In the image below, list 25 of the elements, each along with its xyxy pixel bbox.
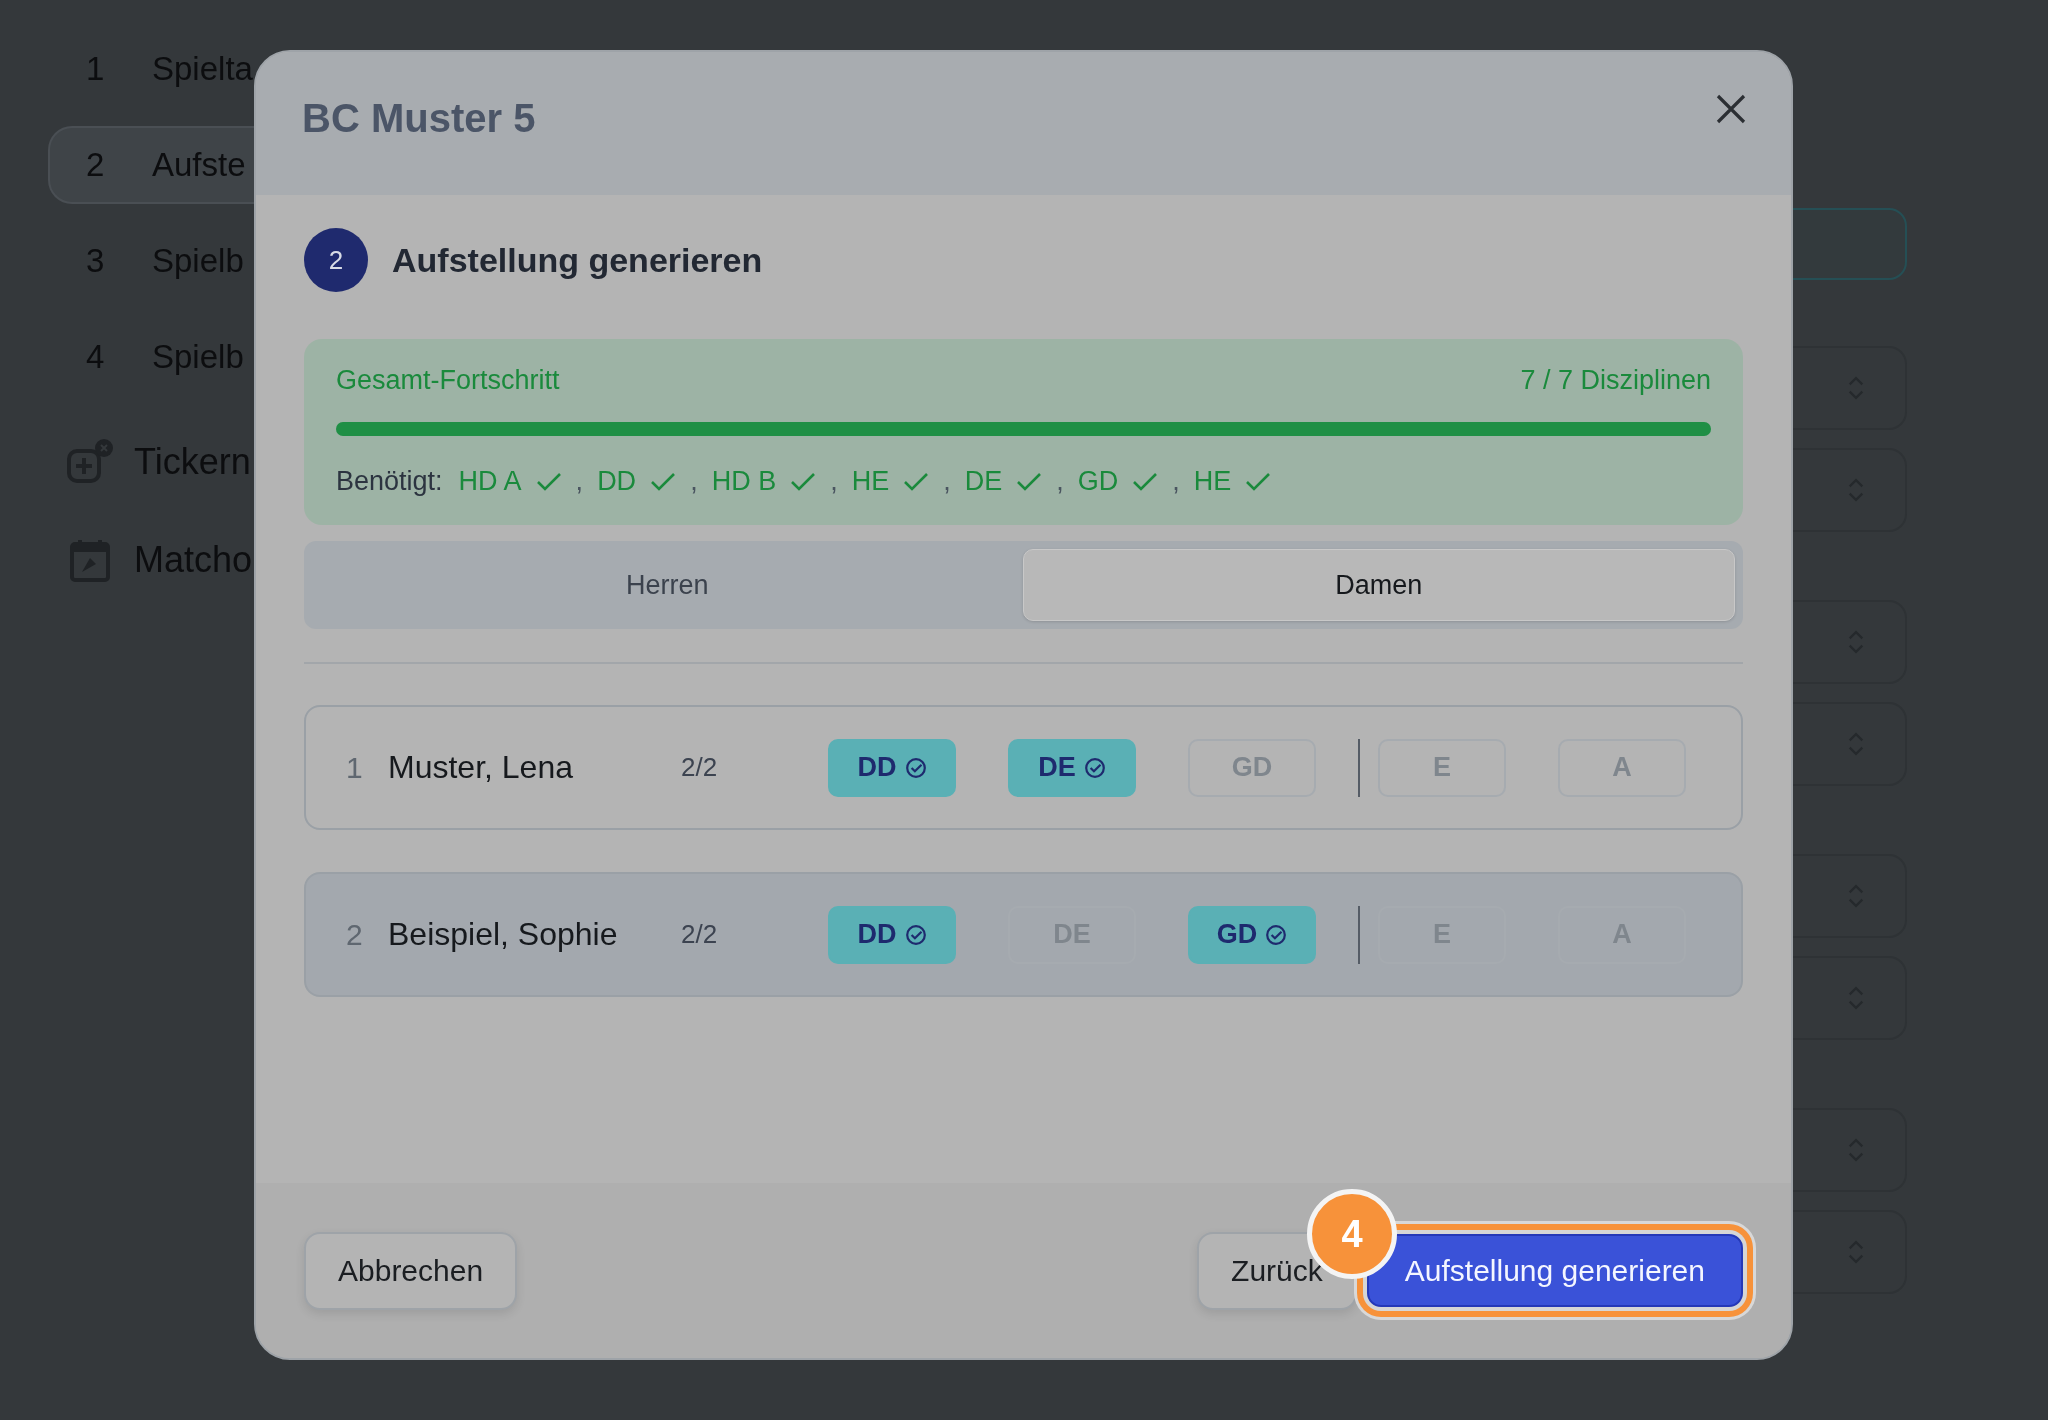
required-discipline: HE <box>1193 466 1232 497</box>
separator: , <box>830 466 838 497</box>
step-number: 2 <box>304 228 368 292</box>
required-discipline: HD A <box>458 466 522 497</box>
step-title: Aufstellung generieren <box>392 240 763 280</box>
assignment-count: 2/2 <box>681 919 719 950</box>
required-discipline: HE <box>851 466 890 497</box>
separator: , <box>690 466 698 497</box>
required-discipline: GD <box>1077 466 1119 497</box>
separator: , <box>1172 466 1180 497</box>
progress-label: Gesamt-Fortschritt <box>336 365 560 396</box>
progress-count: 7 / 7 Disziplinen <box>1520 365 1711 396</box>
player-name: Beispiel, Sophie <box>388 916 619 953</box>
required-discipline: DD <box>597 466 637 497</box>
separator: , <box>943 466 951 497</box>
separator: , <box>575 466 584 497</box>
required-label: Benötigt: <box>336 466 443 497</box>
player-name: Muster, Lena <box>388 749 574 786</box>
modal-title: BC Muster 5 <box>302 96 536 141</box>
player-number: 2 <box>346 917 364 952</box>
assignment-count: 2/2 <box>681 752 719 783</box>
player-number: 1 <box>346 750 364 785</box>
required-discipline: DE <box>964 466 1003 497</box>
separator: , <box>1056 466 1064 497</box>
required-discipline: HD B <box>711 466 777 497</box>
